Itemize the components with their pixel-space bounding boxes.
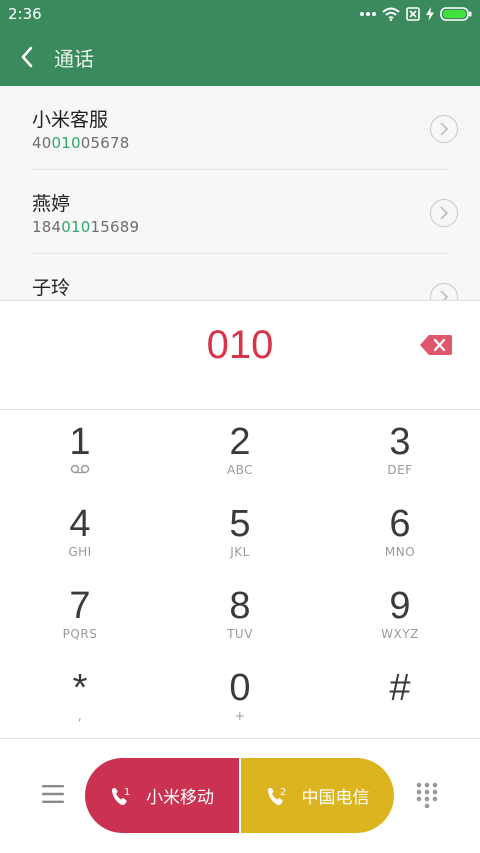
key-star[interactable]: * , [0,656,160,738]
key-pound[interactable]: # [320,656,480,738]
charging-icon [426,7,434,21]
contact-name: 子玲 [32,277,71,299]
number-match-highlight: 010 [61,218,91,236]
backspace-icon[interactable] [420,335,452,355]
key-2[interactable]: 2 ABC [160,410,320,492]
contact-suggestion-list[interactable]: 小米客服 4001005678 燕婷 18401015689 子玲 [0,86,480,300]
key-0[interactable]: 0 + [160,656,320,738]
chevron-right-icon [440,122,449,136]
key-9[interactable]: 9 WXYZ [320,574,480,656]
svg-text:1: 1 [124,787,130,798]
key-3[interactable]: 3 DEF [320,410,480,492]
chevron-right-icon [440,290,449,300]
app-bar: 通话 [0,28,480,86]
number-match-highlight: 010 [51,134,81,152]
key-7[interactable]: 7 PQRS [0,574,160,656]
dial-keypad: 1 2 ABC 3 DEF 4 GHI 5 JKL 6 MNO 7 PQRS 8… [0,410,480,738]
no-sim-icon [406,7,420,21]
call-buttons: 1 小米移动 2 中国电信 [85,758,394,833]
status-time: 2:36 [8,5,42,23]
dialpad-toggle-icon[interactable] [416,782,438,808]
svg-text:2: 2 [280,787,286,798]
wifi-icon [382,7,400,21]
page-title: 通话 [54,47,94,71]
dialed-number: 010 [206,323,274,367]
contact-detail-button[interactable] [430,199,458,227]
contact-number: 18401015689 [32,218,140,236]
back-arrow-icon[interactable] [16,44,40,70]
contact-name: 小米客服 [32,109,109,131]
call-sim1-button[interactable]: 1 小米移动 [85,758,239,833]
more-dots-icon [360,12,376,16]
dialed-number-display: 010 [0,300,480,410]
contact-item[interactable]: 燕婷 18401015689 [0,170,480,254]
battery-icon [440,7,472,21]
contact-item[interactable]: 小米客服 4001005678 [0,86,480,170]
key-4[interactable]: 4 GHI [0,492,160,574]
contact-name: 燕婷 [32,193,71,215]
voicemail-icon [70,464,90,474]
contact-item[interactable]: 子玲 [0,254,480,300]
phone-sim1-icon: 1 [112,787,130,805]
menu-icon[interactable] [42,784,64,804]
chevron-right-icon [440,206,449,220]
call-action-bar: 1 小米移动 2 中国电信 [0,738,480,853]
call-sim2-button[interactable]: 2 中国电信 [241,758,394,833]
key-8[interactable]: 8 TUV [160,574,320,656]
key-5[interactable]: 5 JKL [160,492,320,574]
contact-detail-button[interactable] [430,115,458,143]
phone-sim2-icon: 2 [267,787,286,805]
sim1-label: 小米移动 [146,788,214,808]
sim2-label: 中国电信 [301,788,370,808]
status-bar: 2:36 [0,0,480,28]
key-1[interactable]: 1 [0,410,160,492]
contact-detail-button[interactable] [430,283,458,300]
contact-number: 4001005678 [32,134,130,152]
key-6[interactable]: 6 MNO [320,492,480,574]
